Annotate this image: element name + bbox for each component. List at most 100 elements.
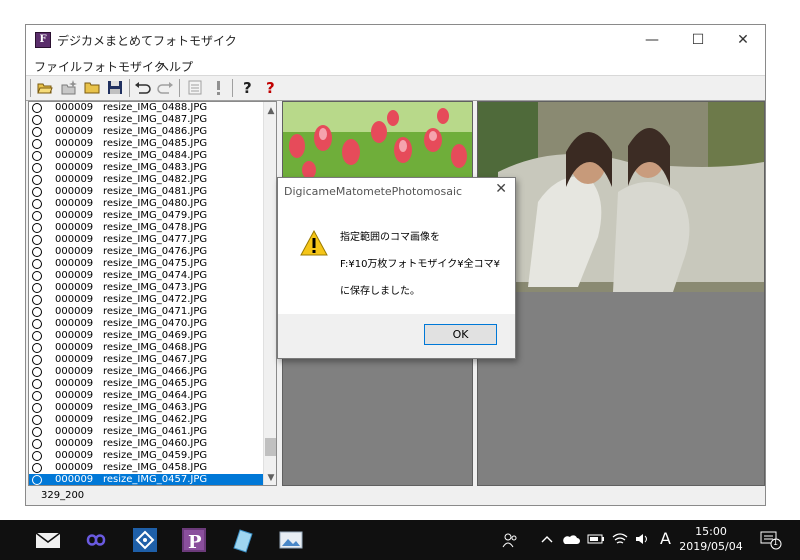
list-item[interactable]: 000009 resize_IMG_0462.JPG (29, 414, 264, 426)
list-icon[interactable] (186, 79, 204, 96)
circle-icon (32, 355, 42, 365)
app-diamond-icon[interactable] (131, 526, 159, 554)
list-item[interactable]: 000009 resize_IMG_0483.JPG (29, 162, 264, 174)
item-filename: resize_IMG_0460.JPG (103, 438, 208, 449)
onedrive-icon[interactable] (562, 532, 580, 549)
item-number: 000009 (55, 306, 94, 317)
exclamation-icon[interactable] (210, 79, 228, 96)
infinity-app-icon[interactable] (82, 526, 110, 554)
menu-help[interactable]: ヘルプ (157, 58, 193, 75)
list-item[interactable]: 000009 resize_IMG_0480.JPG (29, 198, 264, 210)
list-item[interactable]: 000009 resize_IMG_0488.JPG (29, 102, 264, 114)
item-filename: resize_IMG_0479.JPG (103, 210, 208, 221)
circle-icon (32, 367, 42, 377)
edge-icon[interactable]: e (0, 526, 8, 554)
title-bar[interactable]: F デジカメまとめてフォトモザイク — ☐ ✕ (26, 25, 765, 55)
item-number: 000009 (55, 462, 94, 473)
list-item[interactable]: 000009 resize_IMG_0468.JPG (29, 342, 264, 354)
list-item[interactable]: 000009 resize_IMG_0484.JPG (29, 150, 264, 162)
chevron-up-icon[interactable] (540, 532, 554, 549)
item-number: 000009 (55, 258, 94, 269)
close-button[interactable]: ✕ (720, 25, 766, 55)
list-item[interactable]: 000009 resize_IMG_0465.JPG (29, 378, 264, 390)
minimize-button[interactable]: — (629, 25, 675, 55)
circle-icon (32, 103, 42, 113)
circle-icon (32, 259, 42, 269)
list-item[interactable]: 000009 resize_IMG_0473.JPG (29, 282, 264, 294)
maximize-button[interactable]: ☐ (675, 25, 721, 55)
ime-indicator[interactable]: A (660, 529, 671, 548)
menu-file[interactable]: ファイル (34, 58, 82, 75)
circle-icon (32, 127, 42, 137)
notification-count: 1 (773, 538, 779, 547)
list-item[interactable]: 000009 resize_IMG_0459.JPG (29, 450, 264, 462)
list-item[interactable]: 000009 resize_IMG_0472.JPG (29, 294, 264, 306)
scroll-thumb[interactable] (265, 438, 276, 456)
circle-icon (32, 439, 42, 449)
list-item[interactable]: 000009 resize_IMG_0474.JPG (29, 270, 264, 282)
list-item[interactable]: 000009 resize_IMG_0458.JPG (29, 462, 264, 474)
circle-icon (32, 271, 42, 281)
people-icon[interactable] (502, 532, 518, 551)
help-icon[interactable]: ? (239, 79, 257, 97)
context-help-icon[interactable]: ? (262, 79, 280, 97)
list-item[interactable]: 000009 resize_IMG_0463.JPG (29, 402, 264, 414)
battery-icon[interactable] (587, 532, 605, 549)
item-filename: resize_IMG_0474.JPG (103, 270, 208, 281)
item-number: 000009 (55, 378, 94, 389)
list-item[interactable]: 000009 resize_IMG_0486.JPG (29, 126, 264, 138)
list-item[interactable]: 000009 resize_IMG_0476.JPG (29, 246, 264, 258)
dialog-message-line: 指定範囲のコマ画像を (340, 232, 440, 243)
list-item[interactable]: 000009 resize_IMG_0460.JPG (29, 438, 264, 450)
clock[interactable]: 15:00 2019/05/04 (676, 524, 746, 554)
wifi-icon[interactable] (612, 532, 628, 549)
svg-text:?: ? (243, 79, 252, 96)
list-item[interactable]: 000009 resize_IMG_0485.JPG (29, 138, 264, 150)
folder-icon[interactable] (83, 79, 101, 96)
app-p-icon[interactable]: P (180, 526, 208, 554)
list-item[interactable]: 000009 resize_IMG_0487.JPG (29, 114, 264, 126)
list-item[interactable]: 000009 resize_IMG_0467.JPG (29, 354, 264, 366)
circle-icon (32, 319, 42, 329)
mail-icon[interactable] (34, 526, 62, 554)
list-item[interactable]: 000009 resize_IMG_0466.JPG (29, 366, 264, 378)
circle-icon (32, 331, 42, 341)
list-item[interactable]: 000009 resize_IMG_0471.JPG (29, 306, 264, 318)
dialog-close-button[interactable]: ✕ (495, 181, 507, 197)
item-number: 000009 (55, 474, 94, 485)
list-item[interactable]: 000009 resize_IMG_0464.JPG (29, 390, 264, 402)
list-item[interactable]: 000009 resize_IMG_0479.JPG (29, 210, 264, 222)
item-number: 000009 (55, 126, 94, 137)
scroll-down-icon[interactable]: ▼ (264, 471, 276, 485)
list-item[interactable]: 000009 resize_IMG_0482.JPG (29, 174, 264, 186)
item-number: 000009 (55, 198, 94, 209)
undo-icon[interactable] (134, 79, 152, 96)
app-notes-icon[interactable] (228, 526, 256, 554)
item-filename: resize_IMG_0480.JPG (103, 198, 208, 209)
item-filename: resize_IMG_0475.JPG (103, 258, 208, 269)
clock-time: 15:00 (695, 525, 727, 538)
list-item[interactable]: 000009 resize_IMG_0475.JPG (29, 258, 264, 270)
notification-icon[interactable]: 1 (760, 530, 782, 553)
volume-icon[interactable] (634, 532, 650, 549)
list-item[interactable]: 000009 resize_IMG_0461.JPG (29, 426, 264, 438)
redo-icon[interactable] (156, 79, 174, 96)
app-icon: F (35, 32, 51, 48)
scroll-up-icon[interactable]: ▲ (264, 104, 276, 118)
file-list[interactable]: 000009 resize_IMG_0488.JPG 000009 resize_IM… (28, 101, 277, 486)
list-item[interactable]: 000009 resize_IMG_0477.JPG (29, 234, 264, 246)
open-folder-icon[interactable] (36, 79, 54, 96)
list-item[interactable]: 000009 resize_IMG_0481.JPG (29, 186, 264, 198)
list-scrollbar[interactable]: ▲ ▼ (263, 102, 276, 485)
list-item[interactable]: 000009 resize_IMG_0478.JPG (29, 222, 264, 234)
new-folder-icon[interactable] (60, 79, 78, 96)
list-item[interactable]: 000009 resize_IMG_0469.JPG (29, 330, 264, 342)
menu-photomosaic[interactable]: フォトモザイク (82, 58, 166, 75)
list-item[interactable]: 000009 resize_IMG_0470.JPG (29, 318, 264, 330)
save-icon[interactable] (106, 79, 124, 96)
circle-icon (32, 247, 42, 257)
app-photo-viewer-icon[interactable] (277, 526, 305, 554)
list-item[interactable]: 000009 resize_IMG_0457.JPG (29, 474, 264, 485)
ok-button[interactable]: OK (424, 324, 497, 345)
circle-icon (32, 223, 42, 233)
